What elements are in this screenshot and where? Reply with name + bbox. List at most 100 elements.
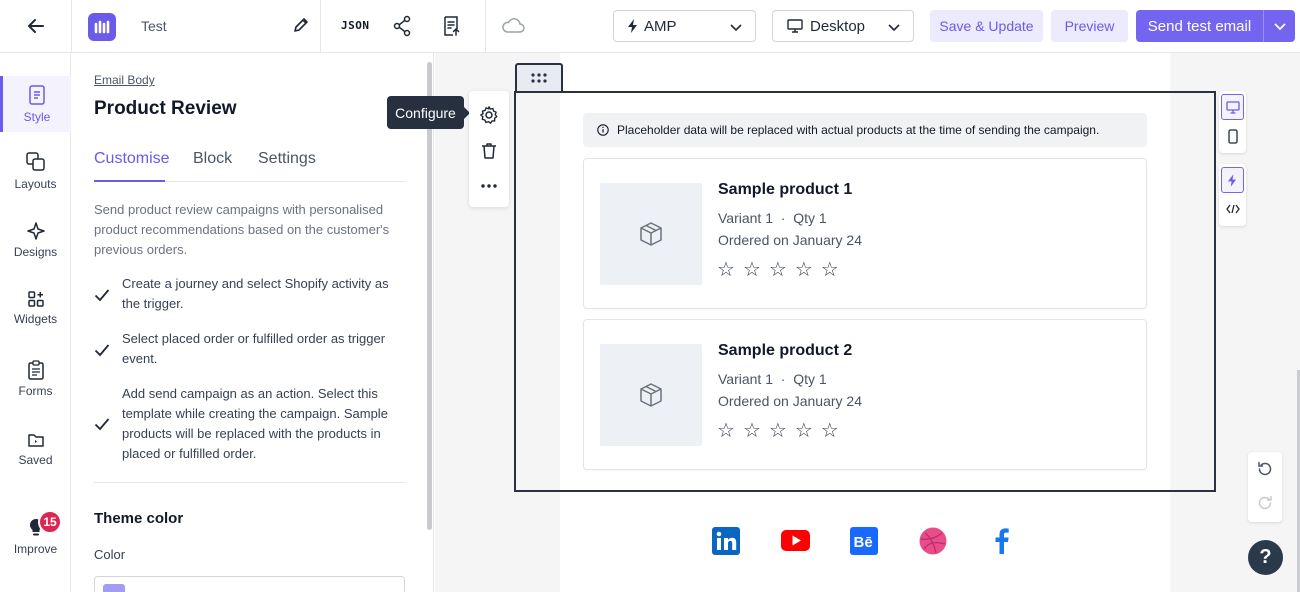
rail-item-label: Designs (13, 245, 58, 259)
trash-icon (482, 143, 496, 159)
arrow-left-icon (27, 19, 44, 33)
step-text: Select placed order or fulfilled order a… (122, 331, 386, 366)
product-name: Sample product 1 (718, 181, 853, 198)
document-export-icon (444, 16, 460, 36)
tab-customise[interactable]: Customise (94, 150, 170, 182)
panel-scrollbar[interactable] (427, 62, 432, 530)
sparkle-icon (26, 222, 45, 240)
star-icon[interactable]: ☆ (717, 260, 735, 280)
star-icon[interactable]: ☆ (717, 421, 735, 441)
mobile-view-button[interactable] (1221, 123, 1244, 149)
redo-button[interactable] (1256, 494, 1274, 517)
placeholder-notice-text: Placeholder data will be replaced with a… (617, 123, 1100, 137)
color-picker[interactable] (94, 576, 405, 592)
back-button[interactable] (0, 0, 72, 53)
layouts-icon (25, 152, 45, 171)
star-icon[interactable]: ☆ (795, 260, 813, 280)
pencil-icon (294, 18, 308, 32)
product-card[interactable]: Sample product 2 Variant 1 · Qty 1 Order… (583, 319, 1147, 470)
export-button[interactable] (441, 15, 461, 42)
step-text: Add send campaign as an action. Select t… (122, 386, 388, 461)
facebook-icon[interactable] (990, 527, 1014, 560)
product-variant-qty: Variant 1 · Qty 1 (718, 371, 827, 387)
rail-item-saved[interactable]: Saved (0, 431, 71, 467)
product-ordered-date: Ordered on January 24 (718, 393, 862, 409)
properties-panel: Email Body Product Review Customise Bloc… (71, 53, 434, 592)
help-button[interactable]: ? (1248, 540, 1283, 575)
desktop-view-button[interactable] (1221, 94, 1244, 120)
block-actions-toolbar (469, 91, 509, 207)
star-icon[interactable]: ☆ (795, 421, 813, 441)
redo-icon (1258, 495, 1272, 510)
monitor-icon (1225, 100, 1240, 114)
configure-tooltip: Configure (387, 96, 470, 129)
more-options-button[interactable] (479, 179, 499, 197)
mode-select[interactable]: AMP (613, 10, 756, 42)
configure-button[interactable] (479, 105, 499, 130)
undo-button[interactable] (1256, 460, 1274, 483)
send-test-email-button[interactable]: Send test email (1136, 10, 1263, 42)
rail-item-improve[interactable]: Improve 15 (0, 510, 71, 556)
code-view-button[interactable] (1221, 196, 1244, 222)
gear-icon (480, 106, 498, 124)
rail-item-label: Style (23, 110, 51, 124)
code-icon (1225, 204, 1240, 214)
star-icon[interactable]: ☆ (821, 260, 839, 280)
star-icon[interactable]: ☆ (769, 260, 787, 280)
dribbble-icon[interactable] (919, 527, 947, 560)
mobile-icon (1227, 128, 1238, 144)
star-icon[interactable]: ☆ (821, 421, 839, 441)
json-button[interactable]: JSON (341, 19, 370, 32)
rating-stars: ☆ ☆ ☆ ☆ ☆ (717, 421, 839, 441)
forms-icon (27, 360, 44, 380)
behance-icon[interactable]: Bē (850, 527, 878, 560)
device-select[interactable]: Desktop (772, 10, 914, 42)
rating-stars: ☆ ☆ ☆ ☆ ☆ (717, 260, 839, 280)
more-horizontal-icon (481, 184, 497, 188)
product-image (600, 344, 702, 446)
chevron-down-icon (888, 24, 900, 32)
product-variant: Variant 1 (718, 371, 773, 387)
product-card[interactable]: Sample product 1 Variant 1 · Qty 1 Order… (583, 158, 1147, 309)
rail-item-designs[interactable]: Designs (0, 221, 71, 259)
send-options-button[interactable] (1263, 10, 1295, 42)
delete-block-button[interactable] (479, 141, 499, 166)
rail-item-label: Improve (13, 542, 58, 556)
tab-block[interactable]: Block (193, 150, 232, 182)
share-icon (393, 15, 411, 37)
render-toggle (1219, 164, 1246, 226)
svg-text:Bē: Bē (854, 534, 873, 551)
color-swatch (103, 584, 125, 592)
star-icon[interactable]: ☆ (743, 421, 761, 441)
template-name[interactable]: Test (141, 18, 167, 34)
tab-settings[interactable]: Settings (258, 150, 316, 182)
rail-item-widgets[interactable]: Widgets (0, 290, 71, 326)
star-icon[interactable]: ☆ (743, 260, 761, 280)
rail-item-layouts[interactable]: Layouts (0, 151, 71, 191)
view-toggle (1219, 91, 1246, 153)
amp-view-button[interactable] (1221, 167, 1244, 193)
rail-item-label: Layouts (14, 177, 57, 191)
saved-folder-icon (27, 434, 44, 447)
app-logo (88, 13, 116, 41)
share-button[interactable] (392, 15, 412, 42)
widgets-icon (27, 291, 44, 307)
rail-item-forms[interactable]: Forms (0, 360, 71, 398)
rail-item-style[interactable]: Style (0, 76, 71, 132)
panel-tabs: Customise Block Settings (94, 150, 405, 182)
edit-name-button[interactable] (291, 15, 311, 40)
rail-item-label: Widgets (13, 312, 58, 326)
monitor-icon (787, 19, 803, 33)
youtube-icon[interactable] (781, 530, 810, 556)
step-text: Create a journey and select Shopify acti… (122, 276, 389, 311)
star-icon[interactable]: ☆ (769, 421, 787, 441)
linkedin-icon[interactable] (712, 527, 740, 560)
step-item: Select placed order or fulfilled order a… (94, 329, 404, 369)
save-update-button[interactable]: Save & Update (930, 10, 1043, 42)
chevron-down-icon (1273, 23, 1286, 31)
block-drag-handle[interactable] (515, 63, 563, 91)
checkmark-icon (94, 418, 110, 431)
breadcrumb[interactable]: Email Body (94, 73, 155, 87)
lightning-icon (628, 19, 637, 33)
preview-button[interactable]: Preview (1051, 10, 1128, 42)
